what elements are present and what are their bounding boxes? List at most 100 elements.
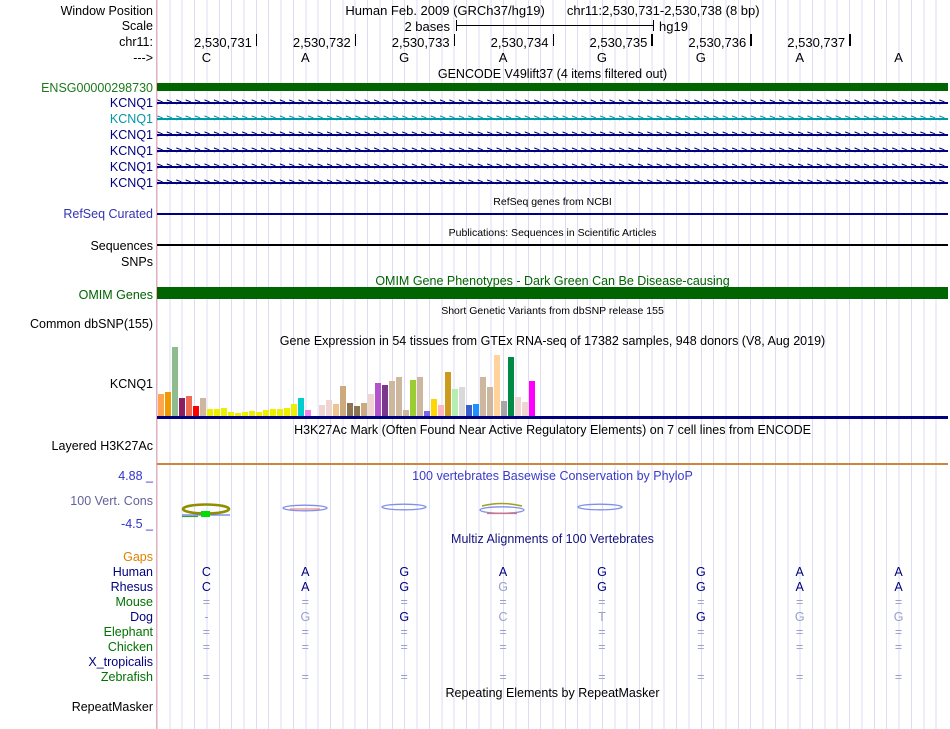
gtex-bar[interactable] <box>501 401 507 417</box>
multiz-cell: G <box>794 610 805 624</box>
multiz-row-label[interactable]: Rhesus <box>0 580 153 594</box>
multiz-cell: G <box>597 565 607 579</box>
multiz-cell: = <box>697 625 705 639</box>
strand-label[interactable]: ---> <box>0 51 153 65</box>
sequence-base: A <box>300 50 310 65</box>
gtex-bar[interactable] <box>165 392 171 417</box>
multiz-cell: C <box>201 565 211 579</box>
refseq-curated-label[interactable]: RefSeq Curated <box>0 207 153 221</box>
gtex-bar[interactable] <box>494 355 500 417</box>
multiz-title: Multiz Alignments of 100 Vertebrates <box>451 532 654 546</box>
common-dbsnp-label[interactable]: Common dbSNP(155) <box>0 317 153 331</box>
refseq-item-line[interactable] <box>157 213 948 215</box>
gtex-bar[interactable] <box>459 387 465 417</box>
multiz-cell: = <box>796 595 804 609</box>
dbsnp-title: Short Genetic Variants from dbSNP releas… <box>441 305 664 317</box>
sequence-base: G <box>399 50 410 65</box>
repeatmasker-label[interactable]: RepeatMasker <box>0 700 153 714</box>
gtex-bar[interactable] <box>375 383 381 417</box>
gtex-bar[interactable] <box>417 377 423 417</box>
snps-label[interactable]: SNPs <box>0 255 153 269</box>
gtex-bar[interactable] <box>179 398 185 417</box>
gencode-transcript-label[interactable]: KCNQ1 <box>0 176 153 190</box>
gtex-bar[interactable] <box>158 394 164 417</box>
multiz-row-label[interactable]: Gaps <box>0 550 153 564</box>
multiz-cell: = <box>301 640 309 654</box>
multiz-cell: = <box>499 625 507 639</box>
gtex-bar[interactable] <box>480 377 486 417</box>
gtex-bar[interactable] <box>487 387 493 417</box>
gtex-bar[interactable] <box>186 396 192 417</box>
multiz-row-label[interactable]: Chicken <box>0 640 153 654</box>
ruler-tick-label: 2,530,734 <box>490 35 549 50</box>
layered-h3k27ac-label[interactable]: Layered H3K27Ac <box>0 439 153 453</box>
multiz-cell: - <box>204 610 209 624</box>
gencode-title: GENCODE V49lift37 (4 items filtered out) <box>437 67 668 81</box>
multiz-cell: = <box>499 595 507 609</box>
gtex-bar[interactable] <box>410 380 416 417</box>
gtex-bar[interactable] <box>431 399 437 417</box>
multiz-row-label[interactable]: Mouse <box>0 595 153 609</box>
gtex-bar[interactable] <box>361 403 367 417</box>
multiz-cell: = <box>894 595 903 609</box>
multiz-cell: C <box>201 580 211 594</box>
gtex-bar[interactable] <box>298 398 304 417</box>
gtex-bar[interactable] <box>326 400 332 417</box>
multiz-cell: = <box>301 670 309 684</box>
gtex-bar[interactable] <box>200 398 206 417</box>
multiz-row-label[interactable]: Dog <box>0 610 153 624</box>
scale-value: 2 bases <box>404 19 450 34</box>
gencode-transcript-arrows: >>>>>>>>>>>>>>>>>>>>>>>>>>>>>>>>>>>>>>>>… <box>157 129 948 140</box>
h3k27ac-title: H3K27Ac Mark (Often Found Near Active Re… <box>294 423 811 437</box>
gencode-gene-label[interactable]: ENSG00000298730 <box>0 81 153 95</box>
gtex-bar[interactable] <box>347 403 353 417</box>
gtex-bar[interactable] <box>396 377 402 417</box>
gtex-bar[interactable] <box>529 381 535 417</box>
omim-gene-bar[interactable] <box>157 287 948 299</box>
gencode-gene-bar[interactable] <box>157 83 948 91</box>
gtex-bar[interactable] <box>172 347 178 417</box>
multiz-cell: = <box>894 625 903 639</box>
gtex-gene-label[interactable]: KCNQ1 <box>0 377 153 391</box>
gencode-transcript-label[interactable]: KCNQ1 <box>0 128 153 142</box>
multiz-cell: = <box>598 595 606 609</box>
gtex-bar[interactable] <box>368 394 374 417</box>
gtex-bar[interactable] <box>340 386 346 417</box>
vert-cons-label[interactable]: 100 Vert. Cons <box>0 494 153 508</box>
multiz-row-label[interactable]: Human <box>0 565 153 579</box>
multiz-cell: A <box>301 580 310 594</box>
multiz-row-label[interactable]: X_tropicalis <box>0 655 153 669</box>
multiz-cell: = <box>796 670 804 684</box>
gtex-bar[interactable] <box>382 385 388 417</box>
gtex-bar[interactable] <box>389 381 395 417</box>
omim-genes-label[interactable]: OMIM Genes <box>0 288 153 302</box>
genome-browser-image: Human Feb. 2009 (GRCh37/hg19) chr11:2,530… <box>0 0 950 729</box>
gencode-transcript-label[interactable]: KCNQ1 <box>0 96 153 110</box>
multiz-cell: G <box>300 610 311 624</box>
gtex-bar[interactable] <box>515 397 521 417</box>
gencode-transcript-label[interactable]: KCNQ1 <box>0 160 153 174</box>
multiz-cell: = <box>598 625 606 639</box>
phylop-signal-glyphs <box>181 502 623 518</box>
multiz-cell: A <box>498 565 508 579</box>
multiz-cell: = <box>894 670 903 684</box>
gencode-transcript-label[interactable]: KCNQ1 <box>0 112 153 126</box>
multiz-row-label[interactable]: Zebrafish <box>0 670 153 684</box>
multiz-cell: = <box>301 595 309 609</box>
sequences-label[interactable]: Sequences <box>0 239 153 253</box>
gencode-transcript-label[interactable]: KCNQ1 <box>0 144 153 158</box>
multiz-row-label[interactable]: Elephant <box>0 625 153 639</box>
sequences-item-line[interactable] <box>157 244 948 246</box>
multiz-cell: = <box>400 595 408 609</box>
genome-short-name: hg19 <box>659 19 688 34</box>
gtex-bar[interactable] <box>445 372 451 417</box>
gtex-bar[interactable] <box>452 389 458 417</box>
gtex-bar[interactable] <box>522 402 528 417</box>
multiz-cell: A <box>301 565 310 579</box>
multiz-cell: = <box>598 670 606 684</box>
multiz-cell: A <box>795 565 804 579</box>
assembly-title: Human Feb. 2009 (GRCh37/hg19) <box>345 3 545 18</box>
gtex-bar[interactable] <box>508 357 514 417</box>
multiz-cell: C <box>498 610 508 624</box>
sequence-base: C <box>201 50 212 65</box>
